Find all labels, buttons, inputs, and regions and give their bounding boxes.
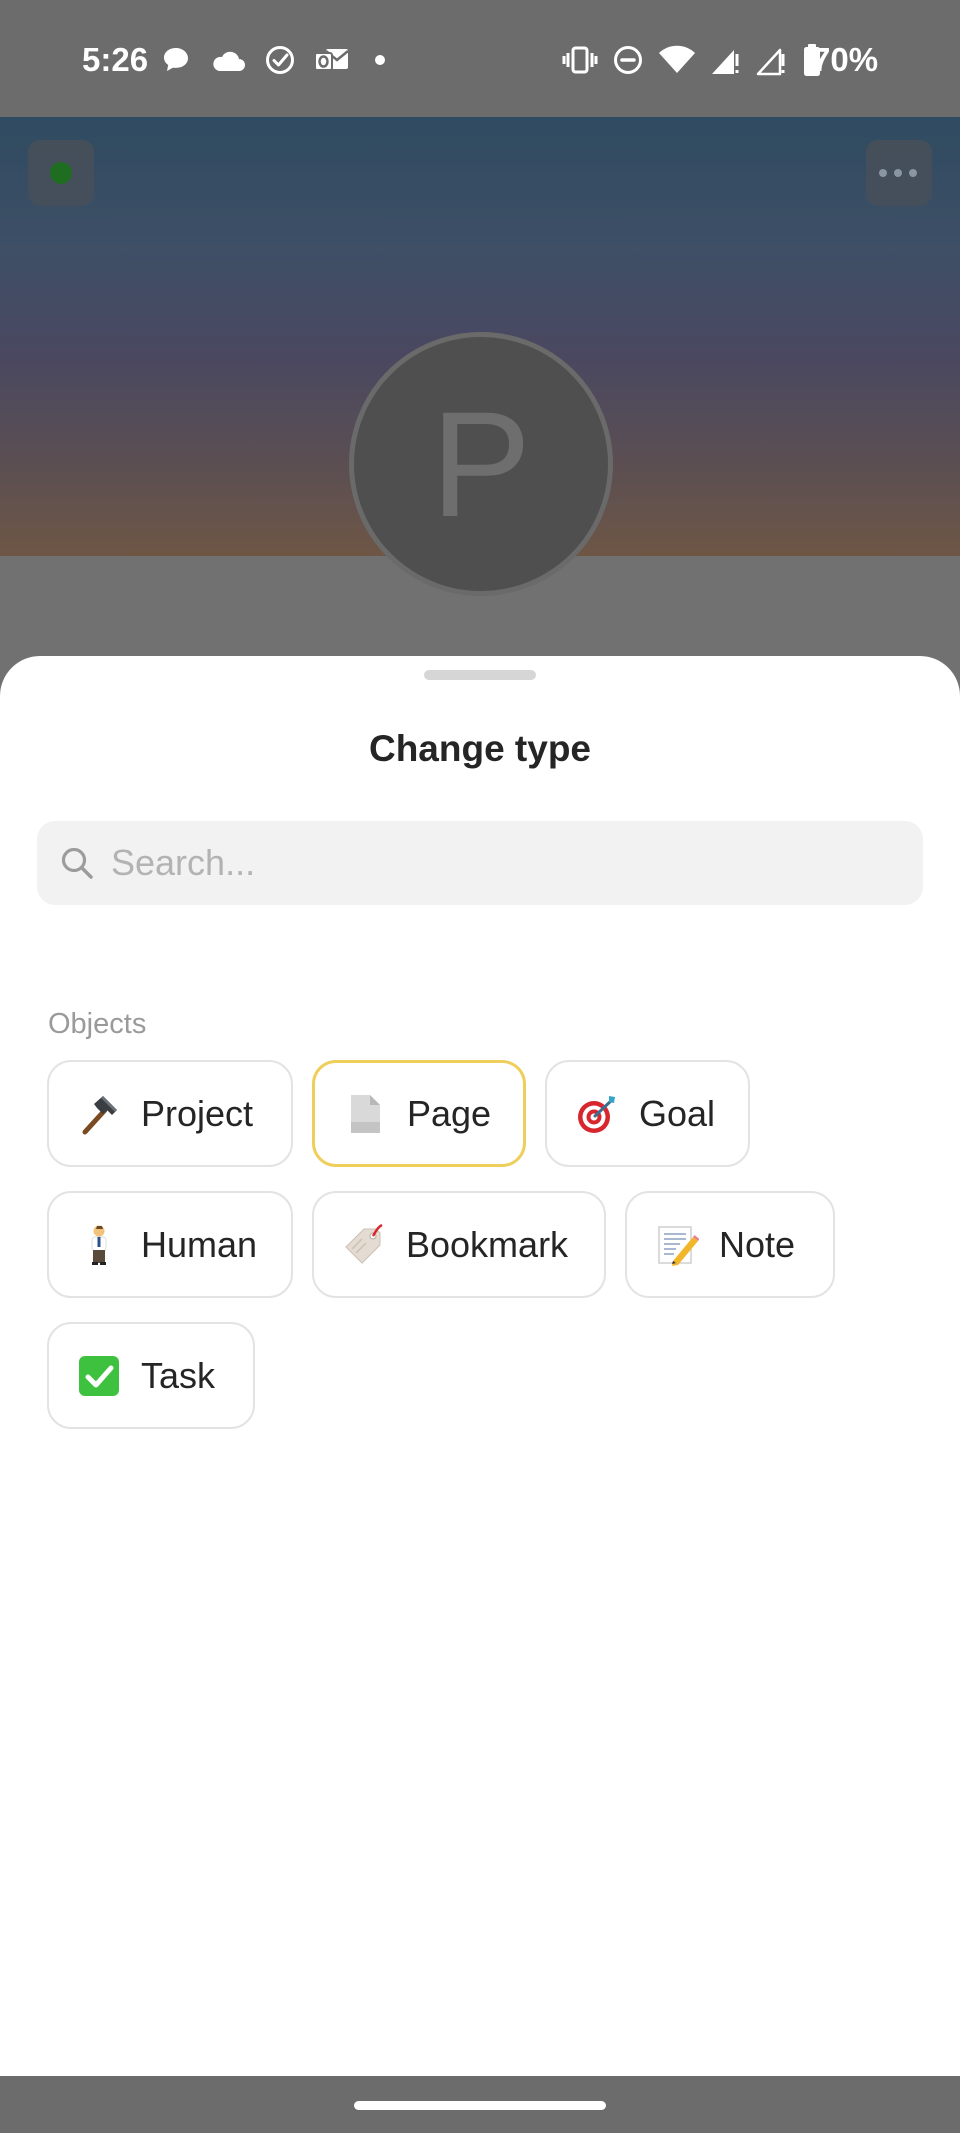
status-bar: 5:26 70%: [0, 0, 960, 117]
type-chip-label: Project: [141, 1092, 254, 1134]
wifi-icon: [659, 45, 695, 73]
search-input[interactable]: [111, 821, 901, 905]
type-chip-label: Note: [719, 1223, 796, 1265]
section-label-objects: Objects: [48, 1008, 147, 1040]
dot-icon: [375, 55, 385, 65]
status-time: 5:26: [82, 41, 149, 78]
chat-bubble-icon: [164, 48, 188, 71]
type-chip-bookmark[interactable]: Bookmark: [312, 1191, 606, 1298]
type-chip-label: Task: [141, 1354, 216, 1396]
page-icon: [343, 1092, 387, 1136]
type-chip-label: Goal: [639, 1092, 716, 1134]
more-icon: [879, 169, 917, 177]
target-icon: [575, 1092, 619, 1136]
sheet-title: Change type: [368, 728, 592, 769]
hammer-icon: [77, 1092, 121, 1136]
bookmark-tag-icon: [342, 1223, 386, 1267]
signal-icon: [756, 48, 785, 76]
search-field[interactable]: [37, 821, 923, 905]
outlook-icon: [314, 49, 349, 71]
signal-icon: [712, 50, 739, 74]
check-circle-icon: [266, 46, 294, 74]
change-type-sheet: Change type Objects Project Page: [0, 656, 960, 2076]
status-system-icons: [562, 40, 822, 80]
battery-percentage: 70%: [812, 41, 879, 78]
checkbox-icon: [77, 1354, 121, 1398]
type-chip-note[interactable]: Note: [625, 1191, 835, 1298]
cloud-icon: [213, 51, 245, 71]
search-icon: [61, 847, 93, 879]
type-chip-human[interactable]: Human: [47, 1191, 293, 1298]
object-status-button[interactable]: [28, 140, 94, 206]
vibrate-icon: [562, 46, 598, 74]
sheet-drag-handle[interactable]: [424, 670, 536, 680]
do-not-disturb-icon: [614, 46, 642, 74]
more-options-button[interactable]: [866, 140, 932, 206]
type-chip-task[interactable]: Task: [47, 1322, 255, 1429]
person-icon: [77, 1223, 121, 1267]
status-dot-icon: [50, 162, 72, 184]
type-chip-label: Bookmark: [406, 1223, 569, 1265]
type-chip-goal[interactable]: Goal: [545, 1060, 750, 1167]
object-avatar: P: [349, 332, 613, 596]
home-gesture-handle[interactable]: [354, 2101, 606, 2110]
navigation-bar: [0, 2076, 960, 2133]
type-chip-page[interactable]: Page: [312, 1060, 526, 1167]
type-chip-label: Page: [407, 1092, 492, 1134]
memo-icon: [655, 1223, 699, 1267]
type-chip-project[interactable]: Project: [47, 1060, 293, 1167]
type-chip-label: Human: [141, 1223, 258, 1265]
status-notification-icons: [160, 42, 392, 78]
